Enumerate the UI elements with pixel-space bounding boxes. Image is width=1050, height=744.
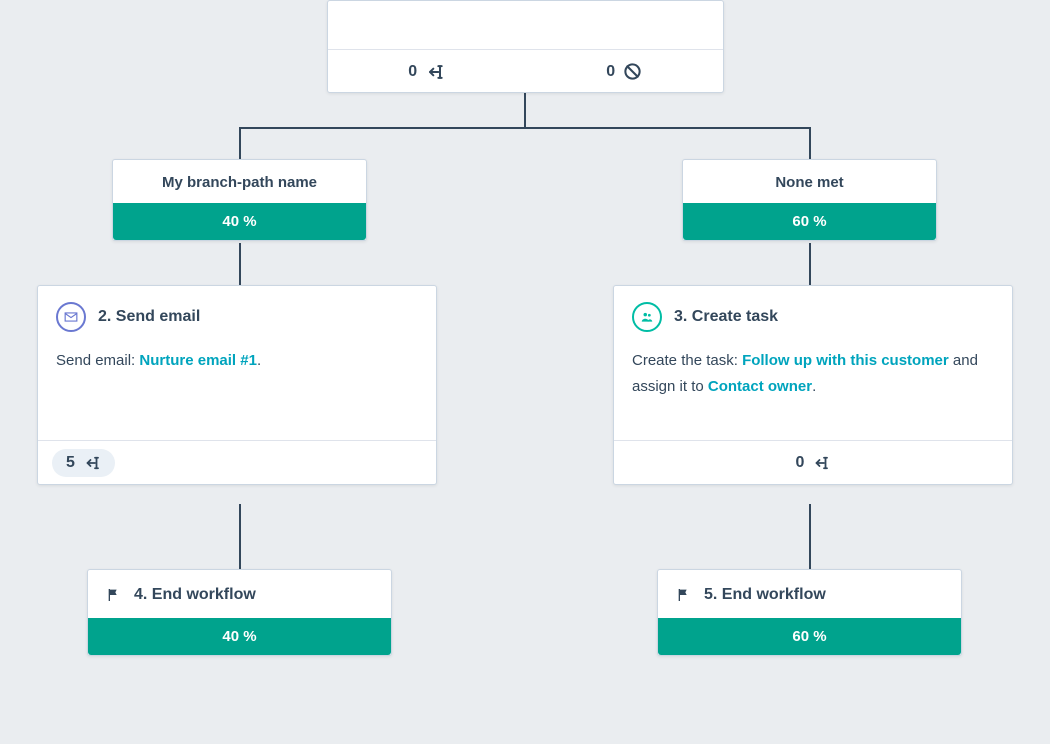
count-pill[interactable]: 5 — [52, 449, 115, 477]
step-title: 2. Send email — [98, 308, 200, 326]
enroll-arrow-icon — [425, 62, 445, 82]
step-title: 3. Create task — [674, 308, 778, 326]
step-body-text: Send email: — [56, 352, 139, 369]
skipped-stat: 0 — [526, 62, 724, 81]
blocked-icon — [623, 62, 642, 81]
step-count: 0 — [796, 454, 805, 472]
step-footer: 0 — [614, 440, 1012, 484]
email-icon — [56, 302, 86, 332]
root-card-body — [328, 1, 723, 50]
step-body: Send email: Nurture email #1. — [38, 344, 436, 440]
enroll-arrow-icon — [812, 454, 830, 472]
branch-percent: 60 % — [683, 203, 936, 240]
connector-line — [239, 243, 241, 285]
step-body: Create the task: Follow up with this cus… — [614, 344, 1012, 440]
end-header: 5. End workflow — [658, 570, 961, 618]
end-workflow-right[interactable]: 5. End workflow 60 % — [657, 569, 962, 656]
step-footer: 5 — [38, 440, 436, 484]
end-workflow-left[interactable]: 4. End workflow 40 % — [87, 569, 392, 656]
email-link[interactable]: Nurture email #1 — [139, 352, 257, 369]
root-card-footer: 0 0 — [328, 50, 723, 93]
connector-line — [239, 127, 811, 129]
step-header: 3. Create task — [614, 286, 1012, 344]
end-header: 4. End workflow — [88, 570, 391, 618]
branch-percent: 40 % — [113, 203, 366, 240]
skipped-count: 0 — [606, 63, 615, 81]
connector-line — [809, 504, 811, 569]
connector-line — [239, 127, 241, 159]
connector-line — [524, 93, 526, 128]
step-body-suffix: . — [812, 378, 816, 395]
branch-title: My branch-path name — [113, 160, 366, 203]
step-create-task[interactable]: 3. Create task Create the task: Follow u… — [613, 285, 1013, 485]
enrolled-stat: 0 — [328, 62, 526, 82]
connector-line — [239, 504, 241, 569]
end-title: 5. End workflow — [704, 586, 826, 604]
end-percent: 40 % — [88, 618, 391, 655]
flag-icon — [106, 587, 122, 603]
connector-line — [809, 243, 811, 285]
people-icon — [632, 302, 662, 332]
end-percent: 60 % — [658, 618, 961, 655]
step-count: 5 — [66, 454, 75, 472]
step-body-text: Create the task: — [632, 352, 742, 369]
step-body-suffix: . — [257, 352, 261, 369]
step-header: 2. Send email — [38, 286, 436, 344]
enroll-arrow-icon — [83, 454, 101, 472]
connector-line — [809, 127, 811, 159]
owner-link[interactable]: Contact owner — [708, 378, 812, 395]
root-branch-card[interactable]: 0 0 — [327, 0, 724, 93]
enrolled-count: 0 — [408, 63, 417, 81]
end-title: 4. End workflow — [134, 586, 256, 604]
branch-path-right[interactable]: None met 60 % — [682, 159, 937, 241]
step-send-email[interactable]: 2. Send email Send email: Nurture email … — [37, 285, 437, 485]
flag-icon — [676, 587, 692, 603]
task-link[interactable]: Follow up with this customer — [742, 352, 949, 369]
branch-title: None met — [683, 160, 936, 203]
branch-path-left[interactable]: My branch-path name 40 % — [112, 159, 367, 241]
